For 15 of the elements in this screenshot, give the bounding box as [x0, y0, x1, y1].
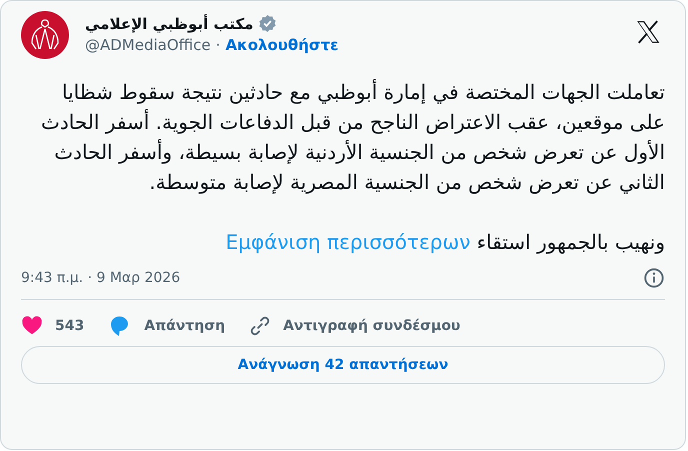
- link-icon: [249, 315, 272, 337]
- heart-icon: [21, 315, 43, 337]
- author-handle[interactable]: @ADMediaOffice: [85, 36, 211, 54]
- separator-dot: ·: [216, 36, 220, 54]
- follow-link[interactable]: Ακολουθήστε: [225, 36, 339, 54]
- reply-button[interactable]: Απάντηση: [108, 314, 226, 338]
- author-name[interactable]: مكتب أبوظبي الإعلامي: [85, 14, 254, 32]
- timestamp[interactable]: 9:43 π.μ. · 9 Μαρ 2026: [21, 270, 180, 286]
- tweet-text: تعاملت الجهات المختصة في إمارة أبوظبي مع حادثين نتيجة سقوط شظايا على موقعين، عقب الاعتراض الناجح من قبل الدفاعات الجوية. أسفر الحادث الأول عن تعرض شخص من الجنسية الأردنية لإصابة بسيطة، وأسفر الحادث الثاني عن تعرض شخص من الجنسية المصرية لإصابة متوسطة.: [40, 78, 665, 196]
- avatar-logo[interactable]: [21, 11, 69, 59]
- like-button[interactable]: 543: [21, 314, 84, 338]
- info-icon[interactable]: [643, 267, 665, 289]
- read-replies-button[interactable]: Ανάγνωση 42 απαντήσεων: [21, 346, 665, 384]
- copy-link-button[interactable]: Αντιγραφή συνδέσμου: [249, 314, 460, 338]
- x-logo-icon[interactable]: [635, 19, 661, 45]
